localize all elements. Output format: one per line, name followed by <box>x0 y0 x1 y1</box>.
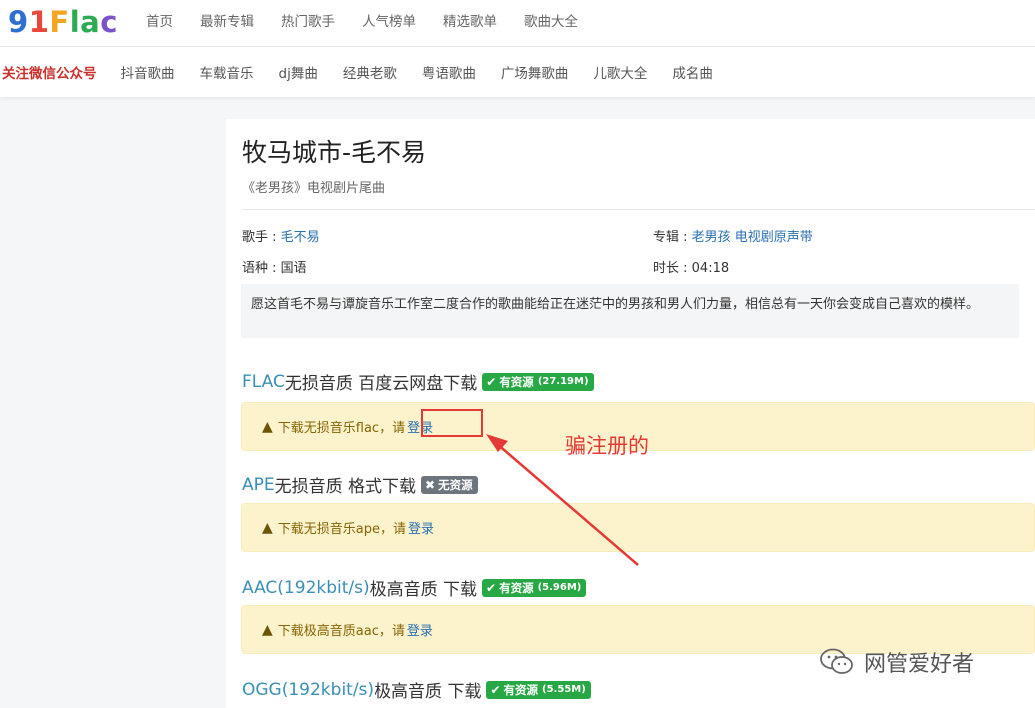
x-icon: ✖ <box>425 477 436 492</box>
format-desc: 极高音质 下载 <box>374 682 482 702</box>
category-dj[interactable]: dj舞曲 <box>279 62 318 82</box>
resource-badge: ✔ 有资源 (5.55M) <box>486 680 591 699</box>
language-row: 语种 : 国语 <box>242 257 307 276</box>
resource-badge: ✔ 有资源 (27.19M) <box>482 372 594 391</box>
logo-char: c <box>100 5 118 39</box>
check-icon: ✔ <box>490 682 501 697</box>
language-value: 国语 <box>280 261 307 276</box>
nav-all-songs[interactable]: 歌曲大全 <box>524 10 578 30</box>
category-children[interactable]: 儿歌大全 <box>593 62 647 82</box>
resource-badge: ✔ 有资源 (5.96M) <box>482 578 587 597</box>
song-subtitle: 《老男孩》电视剧片尾曲 <box>242 181 386 196</box>
download-heading-flac: FLAC 无损音质 百度云网盘下载 ✔ 有资源 (27.19M) <box>242 369 594 394</box>
follow-wechat-link[interactable]: 关注微信公众号 <box>2 62 97 82</box>
alert-text: 下载无损音乐ape，请 <box>277 522 406 537</box>
page-title: 牧马城市-毛不易 <box>242 138 427 167</box>
format-desc: 无损音质 格式下载 <box>274 477 417 497</box>
divider <box>242 209 1035 210</box>
file-size: (5.96M) <box>537 582 582 593</box>
resource-badge: ✖ 无资源 <box>421 475 478 494</box>
singer-label: 歌手 : <box>242 230 281 245</box>
logo-char: F <box>49 5 70 39</box>
logo-char: 1 <box>28 5 50 39</box>
format-link[interactable]: AAC(192kbit/s) <box>242 578 370 598</box>
annotation-label: 骗注册的 <box>565 434 649 458</box>
format-link[interactable]: APE <box>242 475 275 495</box>
check-icon: ✔ <box>486 580 497 595</box>
song-description: 愿这首毛不易与谭旋音乐工作室二度合作的歌曲能给正在迷茫中的男孩和男人们力量，相信… <box>241 284 1019 338</box>
check-icon: ✔ <box>486 374 497 389</box>
format-desc: 无损音质 百度云网盘下载 <box>284 374 478 394</box>
category-cantonese[interactable]: 粤语歌曲 <box>422 62 476 82</box>
album-link[interactable]: 老男孩 电视剧原声带 <box>692 230 813 245</box>
watermark-text: 网管爱好者 <box>864 652 975 677</box>
nav-playlists[interactable]: 精选歌单 <box>443 10 497 30</box>
category-car-music[interactable]: 车载音乐 <box>200 62 254 82</box>
badge-label: 有资源 <box>499 580 534 595</box>
login-alert-ape: ▲ 下载无损音乐ape，请 登录 <box>241 503 1035 552</box>
logo-char: 9 <box>8 5 29 39</box>
singer-row: 歌手 : 毛不易 <box>242 226 320 245</box>
category-nav-bar: 关注微信公众号 抖音歌曲 车载音乐 dj舞曲 经典老歌 粤语歌曲 广场舞歌曲 儿… <box>0 46 1035 97</box>
format-desc: 极高音质 下载 <box>369 580 478 600</box>
download-heading-aac: AAC(192kbit/s) 极高音质 下载 ✔ 有资源 (5.96M) <box>242 575 587 600</box>
download-heading-ape: APE 无损音质 格式下载 ✖ 无资源 <box>242 472 478 497</box>
nav-hot-singers[interactable]: 热门歌手 <box>281 10 335 30</box>
logo-char: la <box>69 5 101 39</box>
file-size: (27.19M) <box>537 376 589 387</box>
format-link[interactable]: FLAC <box>242 372 285 392</box>
warning-icon: ▲ <box>262 418 273 435</box>
song-detail-card: 牧马城市-毛不易 《老男孩》电视剧片尾曲 歌手 : 毛不易 专辑 : 老男孩 电… <box>226 119 1035 708</box>
annotation-highlight-box <box>421 409 483 437</box>
warning-icon: ▲ <box>262 621 273 638</box>
alert-text: 下载无损音乐flac，请 <box>277 421 406 436</box>
wechat-watermark: 网管爱好者 <box>820 646 974 678</box>
badge-label: 无资源 <box>438 477 473 492</box>
duration-label: 时长 : <box>653 261 692 276</box>
nav-charts[interactable]: 人气榜单 <box>362 10 416 30</box>
category-famous[interactable]: 成名曲 <box>672 62 713 82</box>
download-heading-ogg: OGG(192kbit/s) 极高音质 下载 ✔ 有资源 (5.55M) <box>242 677 591 702</box>
login-link[interactable]: 登录 <box>407 620 433 639</box>
album-label: 专辑 : <box>653 230 692 245</box>
warning-icon: ▲ <box>262 519 273 536</box>
badge-label: 有资源 <box>499 374 534 389</box>
format-link[interactable]: OGG(192kbit/s) <box>242 680 374 700</box>
site-logo[interactable]: 91Flac <box>8 4 118 40</box>
file-size: (5.55M) <box>542 684 586 695</box>
wechat-icon <box>820 648 853 674</box>
nav-home[interactable]: 首页 <box>146 10 173 30</box>
alert-text: 下载极高音质aac，请 <box>277 624 405 639</box>
duration-value: 04:18 <box>691 261 730 276</box>
top-nav-bar: 91Flac 首页 最新专辑 热门歌手 人气榜单 精选歌单 歌曲大全 <box>0 0 1035 46</box>
nav-latest-albums[interactable]: 最新专辑 <box>200 10 254 30</box>
main-nav: 首页 最新专辑 热门歌手 人气榜单 精选歌单 歌曲大全 <box>146 0 605 40</box>
category-douyin[interactable]: 抖音歌曲 <box>121 62 175 82</box>
duration-row: 时长 : 04:18 <box>653 257 729 276</box>
login-link[interactable]: 登录 <box>408 518 434 537</box>
language-label: 语种 : <box>242 261 281 276</box>
category-nav: 关注微信公众号 抖音歌曲 车载音乐 dj舞曲 经典老歌 粤语歌曲 广场舞歌曲 儿… <box>2 47 738 97</box>
category-square-dance[interactable]: 广场舞歌曲 <box>501 62 569 82</box>
album-row: 专辑 : 老男孩 电视剧原声带 <box>653 226 813 245</box>
singer-link[interactable]: 毛不易 <box>281 230 320 245</box>
badge-label: 有资源 <box>503 682 539 697</box>
category-classic[interactable]: 经典老歌 <box>343 62 397 82</box>
